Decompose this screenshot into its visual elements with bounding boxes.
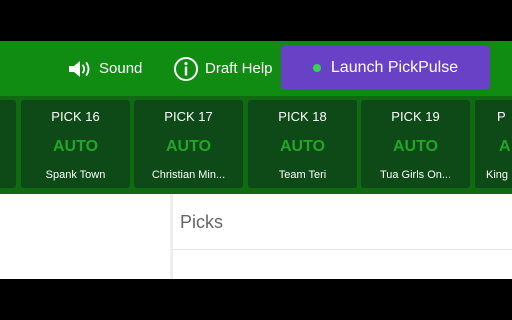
pick-number: PICK 16	[51, 109, 100, 124]
draft-help-label: Draft Help	[205, 60, 273, 77]
sound-label: Sound	[99, 60, 143, 77]
sound-toggle[interactable]: Sound	[67, 41, 142, 96]
left-panel	[0, 194, 170, 279]
info-icon	[173, 56, 199, 82]
auto-pick-label: AUTO	[52, 138, 99, 155]
picks-panel: Picks	[173, 194, 512, 279]
launch-pickpulse-button[interactable]: Launch PickPulse	[281, 46, 490, 89]
bottom-letterbox	[0, 279, 512, 320]
team-name: Spank Town	[45, 169, 106, 181]
pick-card[interactable]: PICK 19 AUTO Tua Girls On...	[361, 100, 470, 188]
auto-pick-label: AUTO	[165, 138, 212, 155]
pick-number: PICK 17	[164, 109, 213, 124]
top-letterbox	[0, 0, 512, 41]
team-name: Christian Min...	[151, 169, 226, 181]
pick-card[interactable]: PICK 17 AUTO Christian Min...	[134, 100, 243, 188]
pick-number: PICK 19	[391, 109, 440, 124]
picks-panel-header: Picks	[173, 194, 512, 250]
draft-header-bar: Sound Draft Help Launch PickPulse	[0, 41, 512, 96]
auto-pick-label: AUTO	[279, 138, 326, 155]
pick-card[interactable]: P A King	[475, 100, 512, 188]
auto-pick-label: A	[499, 138, 511, 155]
pick-number: PICK 18	[278, 109, 327, 124]
pick-card[interactable]: PICK 16 AUTO Spank Town	[21, 100, 130, 188]
pick-card[interactable]	[0, 100, 16, 188]
status-dot-icon	[312, 63, 321, 72]
team-name: Tua Girls On...	[379, 169, 452, 181]
pick-carousel: PICK 16 AUTO Spank Town PICK 17 AUTO Chr…	[0, 96, 512, 194]
pick-number: P	[497, 109, 506, 124]
draft-help-link[interactable]: Draft Help	[173, 41, 273, 96]
picks-title: Picks	[180, 212, 224, 232]
speaker-icon	[67, 59, 93, 79]
pick-card[interactable]: PICK 18 AUTO Team Teri	[248, 100, 357, 188]
launch-pickpulse-label: Launch PickPulse	[330, 58, 459, 76]
auto-pick-label: AUTO	[392, 138, 439, 155]
draft-content-area: Picks	[0, 194, 512, 279]
team-name: Team Teri	[278, 169, 327, 181]
team-name: King	[486, 169, 509, 181]
